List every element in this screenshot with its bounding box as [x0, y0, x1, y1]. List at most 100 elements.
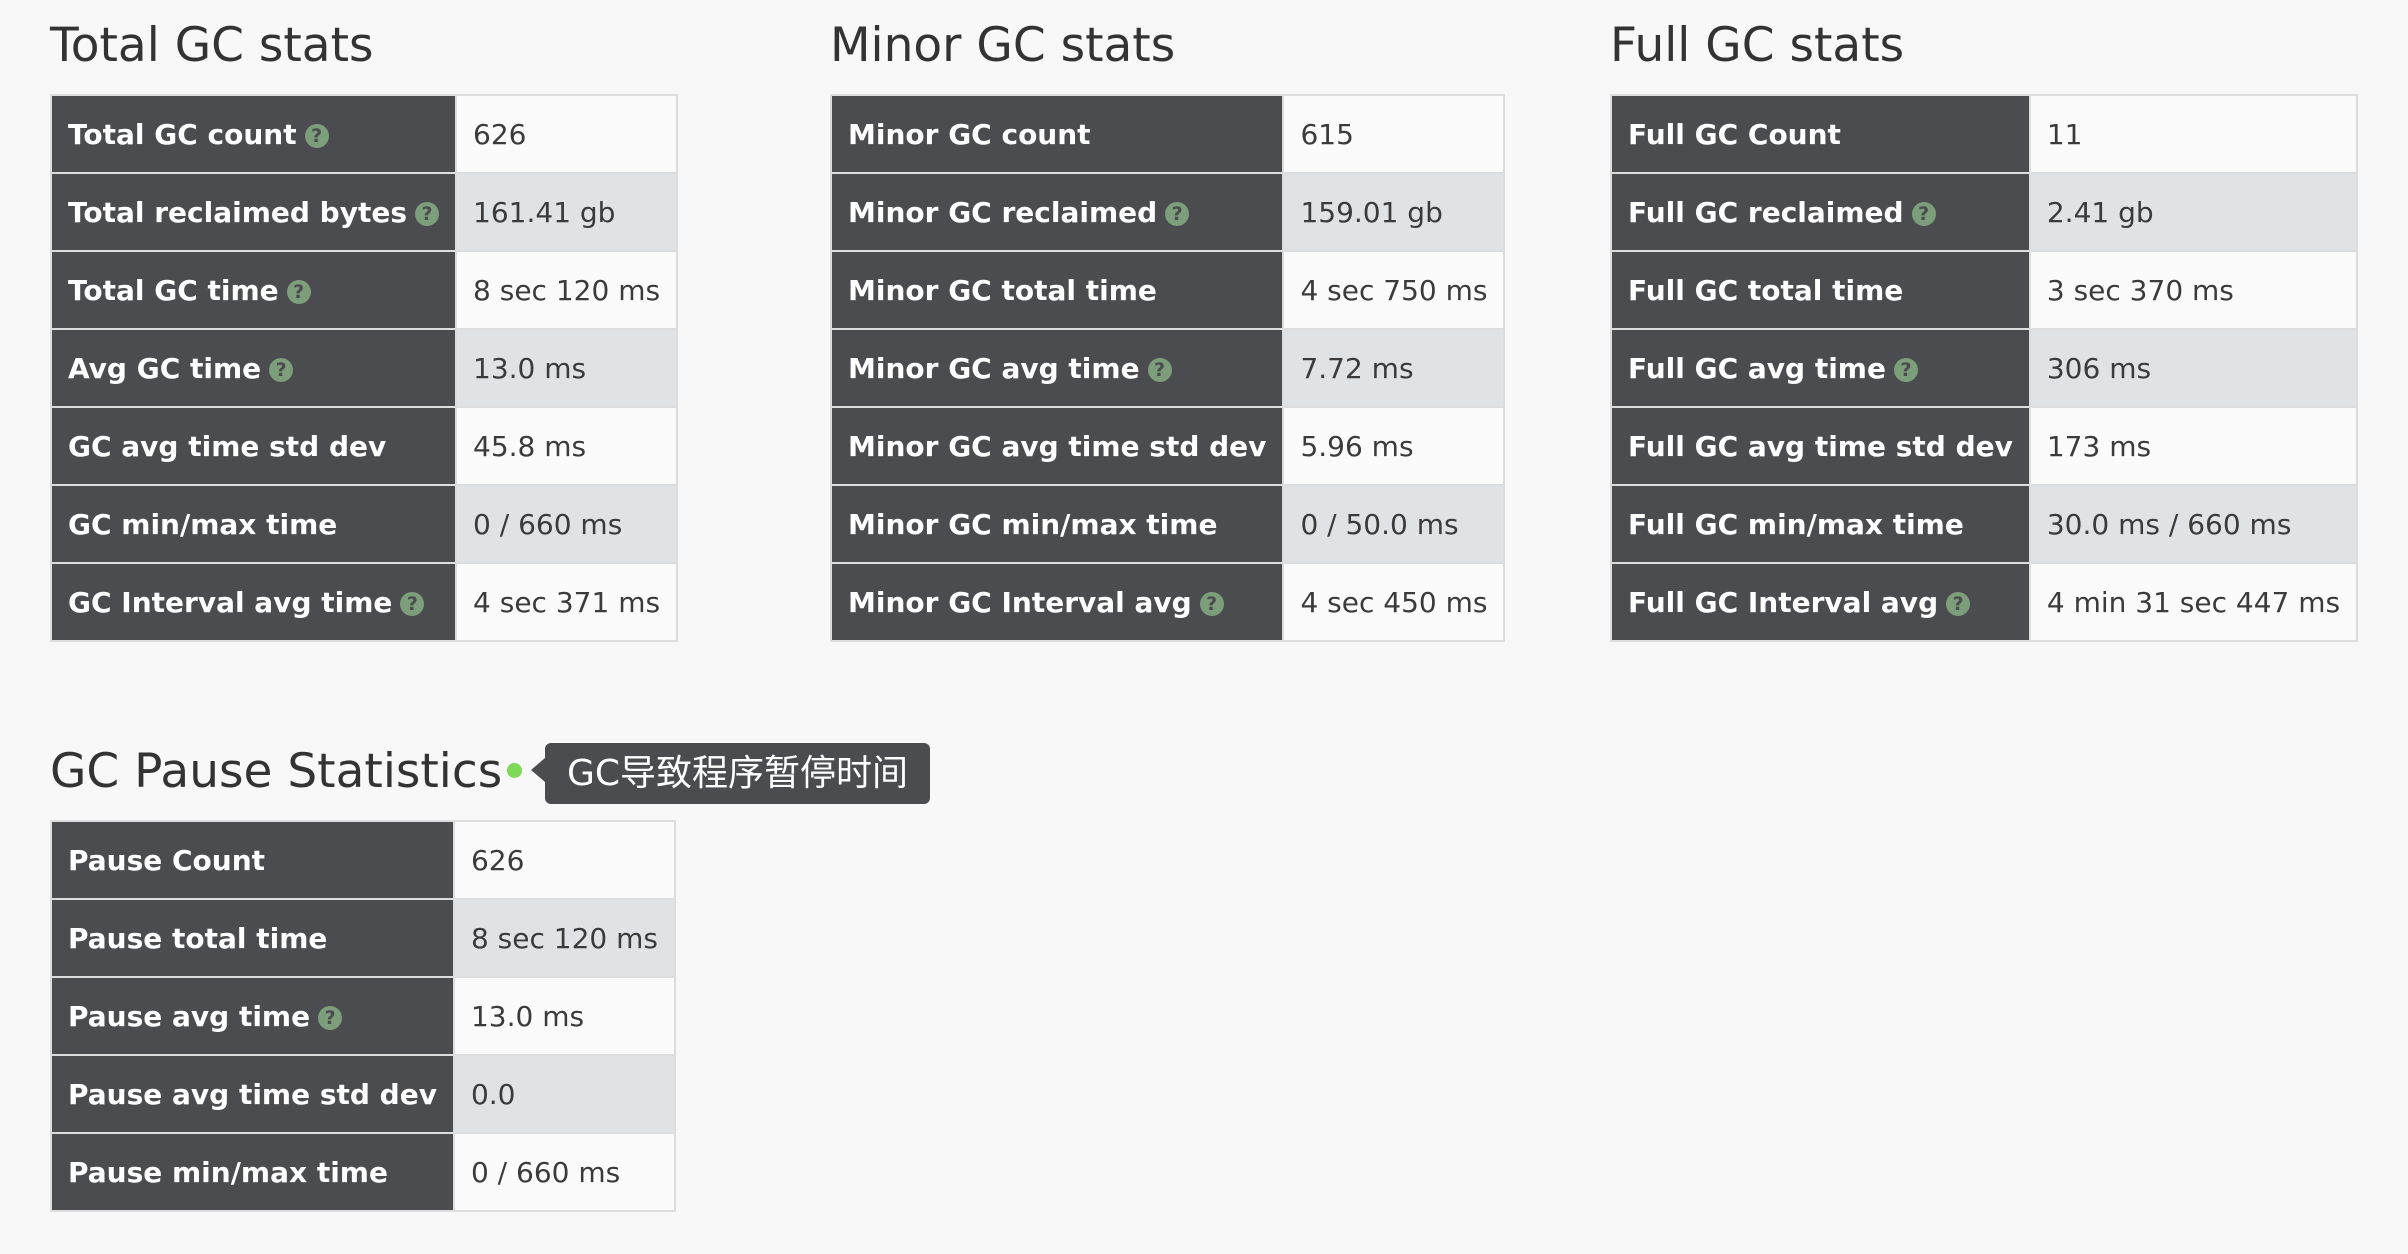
stat-row: Minor GC min/max time 0 / 50.0 ms: [831, 484, 1505, 563]
stat-label-cell: Minor GC Interval avg?: [831, 562, 1285, 641]
help-icon[interactable]: ?: [1147, 357, 1172, 382]
stat-row: Minor GC count 615: [831, 95, 1505, 173]
stat-row: Minor GC Interval avg? 4 sec 450 ms: [831, 562, 1505, 641]
stat-value: 30.0 ms / 660 ms: [2029, 484, 2358, 563]
stat-value: 8 sec 120 ms: [456, 250, 678, 329]
stat-row: Total reclaimed bytes? 161.41 gb: [51, 172, 678, 251]
stat-label-cell: Minor GC count: [831, 95, 1285, 173]
stat-row: Total GC count? 626: [51, 95, 678, 173]
minor-gc-stats-table: Minor GC count 615 Minor GC reclaimed? 159.…: [830, 94, 1506, 642]
stat-label-cell: Minor GC avg time?: [831, 328, 1285, 407]
stat-label-cell: Full GC Interval avg?: [1611, 562, 2031, 641]
stat-label: Full GC min/max time: [1628, 507, 1964, 541]
stat-label: Full GC total time: [1628, 273, 1904, 307]
help-icon[interactable]: ?: [286, 279, 311, 304]
stat-label: Total GC count: [68, 117, 297, 151]
stat-value: 2.41 gb: [2029, 172, 2358, 251]
stat-value: 13.0 ms: [453, 976, 675, 1055]
help-icon[interactable]: ?: [1946, 591, 1971, 616]
gc-pause-tooltip: GC导致程序暂停时间: [530, 743, 931, 804]
stat-value: 0 / 660 ms: [456, 484, 678, 563]
stat-label: Pause avg time std dev: [68, 1077, 437, 1111]
stat-label-cell: Pause min/max time: [51, 1132, 455, 1211]
stat-row: Full GC reclaimed? 2.41 gb: [1611, 172, 2358, 251]
full-gc-stats-title: Full GC stats: [1610, 18, 1905, 73]
stat-label: Minor GC count: [848, 117, 1091, 151]
stat-label: Total reclaimed bytes: [68, 195, 408, 229]
stat-value: 0 / 660 ms: [453, 1132, 675, 1211]
stat-value: 161.41 gb: [456, 172, 678, 251]
help-icon[interactable]: ?: [415, 201, 440, 226]
help-icon[interactable]: ?: [1911, 201, 1936, 226]
stat-value: 5.96 ms: [1283, 406, 1505, 485]
stat-value: 4 sec 750 ms: [1283, 250, 1505, 329]
stat-label: Avg GC time: [68, 351, 262, 385]
stat-value: 626: [456, 95, 678, 173]
stat-label-cell: Pause total time: [51, 898, 455, 977]
stat-row: GC avg time std dev 45.8 ms: [51, 406, 678, 485]
help-icon[interactable]: ?: [318, 1005, 343, 1030]
stat-value: 8 sec 120 ms: [453, 898, 675, 977]
stat-label-cell: Pause Count: [51, 821, 455, 899]
stat-row: Avg GC time? 13.0 ms: [51, 328, 678, 407]
stat-label: Minor GC Interval avg: [848, 585, 1192, 619]
stat-row: GC Interval avg time? 4 sec 371 ms: [51, 562, 678, 641]
stat-row: Pause total time 8 sec 120 ms: [51, 898, 675, 977]
stat-row: Pause avg time? 13.0 ms: [51, 976, 675, 1055]
stat-value: 45.8 ms: [456, 406, 678, 485]
stat-label-cell: GC min/max time: [51, 484, 458, 563]
stat-row: Full GC Interval avg? 4 min 31 sec 447 ms: [1611, 562, 2358, 641]
help-icon[interactable]: ?: [1893, 357, 1918, 382]
stat-label-cell: Full GC min/max time: [1611, 484, 2031, 563]
stat-label: GC min/max time: [68, 507, 338, 541]
stat-label: Minor GC avg time: [848, 351, 1140, 385]
stat-row: Full GC avg time? 306 ms: [1611, 328, 2358, 407]
stat-value: 11: [2029, 95, 2358, 173]
total-gc-stats-title: Total GC stats: [50, 18, 374, 73]
stat-label-cell: Avg GC time?: [51, 328, 458, 407]
help-icon[interactable]: ?: [269, 357, 294, 382]
stat-label: Total GC time: [68, 273, 279, 307]
stat-value: 4 min 31 sec 447 ms: [2029, 562, 2358, 641]
stat-label: GC avg time std dev: [68, 429, 387, 463]
stat-label: Pause Count: [68, 843, 266, 877]
stat-label-cell: Total reclaimed bytes?: [51, 172, 458, 251]
help-icon[interactable]: ?: [304, 123, 329, 148]
stat-row: Pause Count 626: [51, 821, 675, 899]
help-icon[interactable]: ?: [400, 591, 425, 616]
stat-label: Minor GC reclaimed: [848, 195, 1158, 229]
stat-value: 615: [1283, 95, 1505, 173]
stat-value: 306 ms: [2029, 328, 2358, 407]
tooltip-indicator-dot[interactable]: [507, 763, 522, 778]
stat-label: Pause avg time: [68, 999, 311, 1033]
stat-row: Full GC total time 3 sec 370 ms: [1611, 250, 2358, 329]
help-icon[interactable]: ?: [1165, 201, 1190, 226]
gc-pause-statistics-table: Pause Count 626 Pause total time 8 sec 120 …: [50, 820, 676, 1212]
stat-value: 4 sec 450 ms: [1283, 562, 1505, 641]
stat-label-cell: Total GC count?: [51, 95, 458, 173]
stat-value: 13.0 ms: [456, 328, 678, 407]
stat-value: 159.01 gb: [1283, 172, 1505, 251]
stat-value: 0 / 50.0 ms: [1283, 484, 1505, 563]
stat-label-cell: Total GC time?: [51, 250, 458, 329]
stat-value: 4 sec 371 ms: [456, 562, 678, 641]
stat-label: Minor GC min/max time: [848, 507, 1218, 541]
stat-label-cell: Minor GC reclaimed?: [831, 172, 1285, 251]
stat-label-cell: Minor GC total time: [831, 250, 1285, 329]
stat-row: Minor GC avg time std dev 5.96 ms: [831, 406, 1505, 485]
stat-label: Pause total time: [68, 921, 328, 955]
stat-row: Total GC time? 8 sec 120 ms: [51, 250, 678, 329]
stat-label-cell: Full GC Count: [1611, 95, 2031, 173]
stat-row: Pause avg time std dev 0.0: [51, 1054, 675, 1133]
stat-label: GC Interval avg time: [68, 585, 393, 619]
stat-value: 0.0: [453, 1054, 675, 1133]
stat-row: Minor GC total time 4 sec 750 ms: [831, 250, 1505, 329]
stat-label: Minor GC avg time std dev: [848, 429, 1267, 463]
stat-label-cell: Full GC reclaimed?: [1611, 172, 2031, 251]
stat-label-cell: GC avg time std dev: [51, 406, 458, 485]
help-icon[interactable]: ?: [1199, 591, 1224, 616]
minor-gc-stats-title: Minor GC stats: [830, 18, 1176, 73]
stat-label-cell: Full GC avg time?: [1611, 328, 2031, 407]
full-gc-stats-table: Full GC Count 11 Full GC reclaimed? 2.41 gb…: [1610, 94, 2359, 642]
stat-row: Pause min/max time 0 / 660 ms: [51, 1132, 675, 1211]
